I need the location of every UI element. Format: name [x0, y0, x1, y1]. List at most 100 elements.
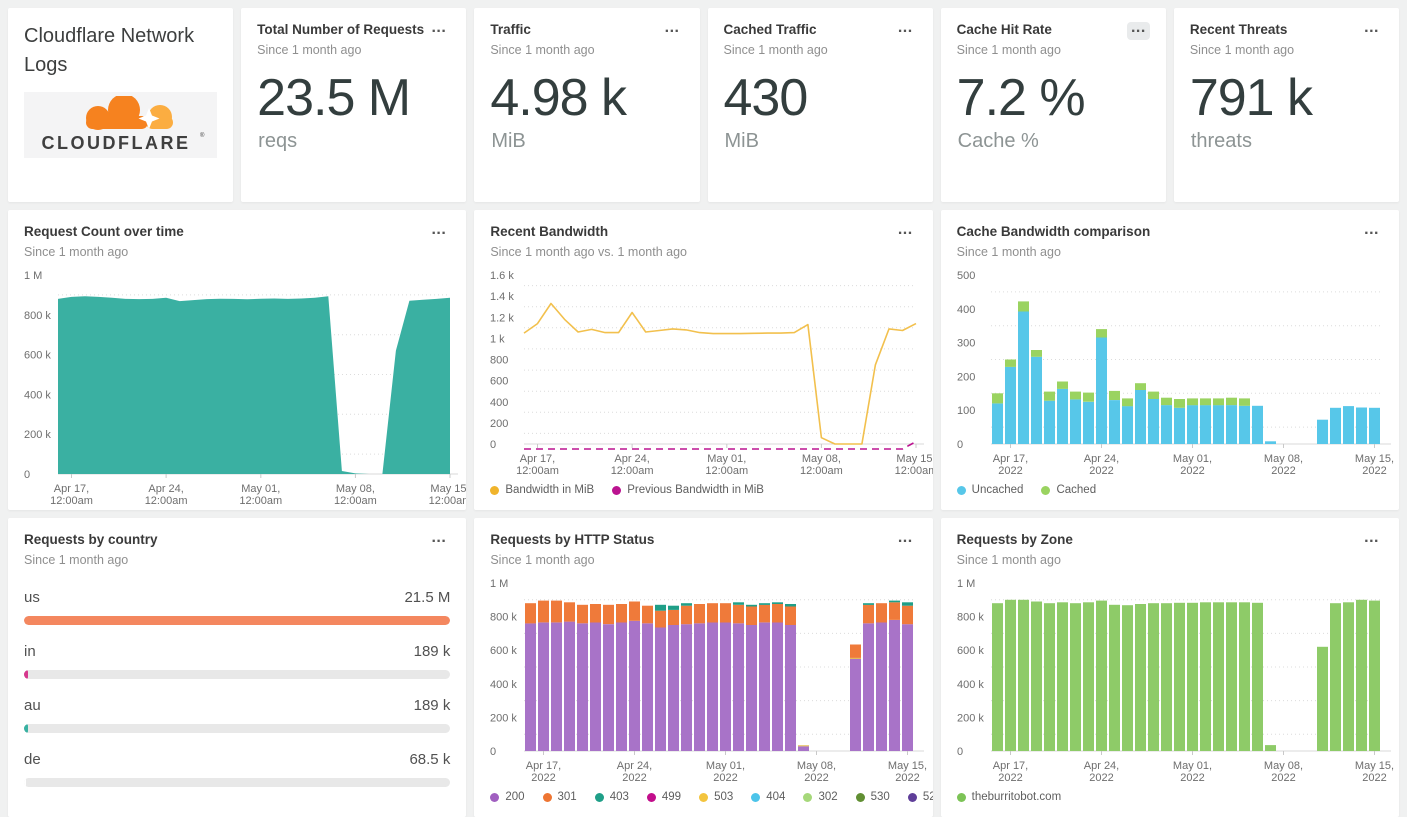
- stat-subtitle: Since 1 month ago: [257, 42, 362, 57]
- chart-title: Cache Bandwidth comparison: [956, 224, 1151, 239]
- legend-label: 499: [661, 791, 682, 803]
- stat-title: Cached Traffic: [723, 22, 817, 37]
- legend-item[interactable]: 200: [490, 791, 525, 803]
- country-bar-fill: [24, 723, 28, 733]
- svg-text:12:00am: 12:00am: [239, 495, 282, 507]
- stat-card-traffic: Traffic Since 1 month ago ... 4.98 k MiB: [474, 8, 700, 202]
- stat-subtitle: Since 1 month ago: [956, 42, 1061, 57]
- legend-item[interactable]: 499: [646, 791, 682, 803]
- legend-item[interactable]: Cached: [1041, 484, 1096, 496]
- legend-dot-icon: [803, 792, 813, 802]
- svg-text:400: 400: [957, 304, 975, 316]
- card-menu-button[interactable]: ...: [427, 530, 450, 550]
- country-bar-track: [24, 777, 451, 787]
- chart-title: Requests by HTTP Status: [490, 532, 655, 547]
- legend-label: Uncached: [971, 484, 1024, 496]
- country-label: us: [24, 588, 40, 606]
- cloudflare-cloud-icon: [85, 96, 173, 130]
- chart-subtitle: Since 1 month ago: [24, 244, 129, 259]
- svg-text:Apr 17,: Apr 17,: [54, 483, 89, 495]
- stat-unit: MiB: [491, 130, 526, 153]
- card-menu-button[interactable]: ...: [1360, 20, 1383, 40]
- svg-text:12:00am: 12:00am: [334, 495, 377, 507]
- svg-text:2022: 2022: [1089, 772, 1113, 784]
- svg-text:0: 0: [957, 746, 963, 758]
- country-bar-track: [24, 723, 451, 733]
- country-row: au 189 k: [24, 697, 451, 733]
- cloudflare-logo-image: CLOUDFLARE ®: [41, 96, 205, 153]
- chart-card-recent-bandwidth: Recent Bandwidth Since 1 month ago vs. 1…: [474, 210, 933, 510]
- legend-item[interactable]: Bandwidth in MiB: [490, 484, 594, 496]
- stat-subtitle: Since 1 month ago: [1189, 42, 1295, 57]
- legend-dot-icon: [612, 485, 622, 495]
- legend-item[interactable]: 403: [594, 791, 629, 803]
- stat-title: Total Number of Requests: [257, 22, 425, 37]
- card-menu-button[interactable]: ...: [1360, 530, 1383, 550]
- stat-card-cache-hit-rate: Cache Hit Rate Since 1 month ago ... 7.2…: [940, 8, 1166, 202]
- stat-title: Cache Hit Rate: [956, 22, 1052, 37]
- legend-item[interactable]: 526: [907, 791, 933, 803]
- svg-text:2022: 2022: [1089, 465, 1113, 477]
- svg-text:May 08,: May 08,: [336, 483, 375, 495]
- svg-text:200 k: 200 k: [24, 429, 51, 441]
- charts-row-bottom: Requests by country Since 1 month ago ..…: [8, 518, 1399, 817]
- request-count-chart[interactable]: 1 M 800 k 600 k 400 k 200 k 0 Apr 17, 12:00am Ap…: [24, 265, 466, 510]
- svg-text:0: 0: [957, 439, 963, 451]
- cloudflare-wordmark: CLOUDFLARE: [41, 133, 190, 153]
- svg-text:May 08,: May 08,: [802, 453, 841, 465]
- card-menu-button[interactable]: ...: [894, 222, 917, 242]
- card-menu-button[interactable]: ...: [427, 222, 450, 242]
- chart-card-http-status: Requests by HTTP Status Since 1 month ag…: [474, 518, 933, 817]
- legend-label: 200: [505, 791, 525, 803]
- requests-by-zone-chart[interactable]: 1 M 800 k 600 k 400 k 200 k 0 Apr 17, 2022 Apr 2…: [957, 573, 1394, 787]
- card-menu-button[interactable]: ...: [427, 20, 450, 40]
- legend-dot-icon: [956, 792, 966, 802]
- card-menu-button[interactable]: ...: [894, 530, 917, 550]
- card-menu-button[interactable]: ...: [1126, 20, 1150, 40]
- recent-bandwidth-chart[interactable]: 1.6 k 1.4 k 1.2 k1 k 800 600 400 200 0 Apr 17, 12…: [490, 265, 932, 480]
- svg-text:2022: 2022: [532, 772, 556, 784]
- svg-text:2022: 2022: [1362, 465, 1386, 477]
- legend-item[interactable]: 530: [855, 791, 890, 803]
- legend-item[interactable]: 302: [803, 791, 838, 803]
- stat-card-recent-threats: Recent Threats Since 1 month ago ... 791…: [1173, 8, 1399, 202]
- stat-unit: Cache %: [957, 130, 1039, 153]
- request-count-over-time-plot: 1 M800 k600 k400 k200 k0Apr 17,12:00amAp…: [24, 270, 466, 507]
- chart-title: Request Count over time: [24, 224, 184, 239]
- svg-text:2022: 2022: [1362, 772, 1386, 784]
- legend-label: Cached: [1056, 484, 1097, 496]
- legend-item[interactable]: 301: [542, 791, 577, 803]
- svg-text:1.4 k: 1.4 k: [490, 291, 514, 303]
- legend-item[interactable]: 404: [751, 791, 785, 803]
- cache-bandwidth-chart[interactable]: 500 400 300 200 100 0 Apr 17, 2022 Apr 24, 2022 Ma…: [957, 265, 1394, 480]
- svg-text:Apr 24,: Apr 24,: [617, 760, 652, 772]
- svg-text:2022: 2022: [623, 772, 647, 784]
- card-menu-button[interactable]: ...: [661, 20, 684, 40]
- legend-item[interactable]: 503: [699, 791, 733, 803]
- chart-card-request-count: Request Count over time Since 1 month ag…: [8, 210, 467, 510]
- stat-value: 791 k: [1189, 68, 1313, 127]
- svg-text:May 01,: May 01,: [1173, 453, 1212, 465]
- country-bar-fill: [24, 615, 451, 625]
- card-menu-button[interactable]: ...: [894, 20, 917, 40]
- legend-item[interactable]: Uncached: [956, 484, 1024, 496]
- svg-text:2022: 2022: [714, 772, 738, 784]
- stat-title: Recent Threats: [1189, 22, 1288, 37]
- svg-text:May 01,: May 01,: [706, 760, 745, 772]
- svg-text:May 01,: May 01,: [1173, 760, 1212, 772]
- svg-text:Apr 17,: Apr 17,: [520, 453, 555, 465]
- http-status-chart[interactable]: 1 M 800 k 600 k 400 k 200 k 0 Apr 17, 2022 Apr 2…: [490, 573, 927, 787]
- legend-label: Bandwidth in MiB: [505, 484, 595, 496]
- svg-text:600 k: 600 k: [24, 349, 51, 361]
- stat-unit: MiB: [724, 130, 759, 153]
- country-bar-track: [24, 669, 451, 679]
- svg-text:1 M: 1 M: [24, 270, 42, 282]
- http-status-legend: 200301403499503404302530526524: [474, 787, 933, 817]
- legend-item[interactable]: theburritobot.com: [956, 791, 1061, 803]
- card-menu-button[interactable]: ...: [1360, 222, 1383, 242]
- chart-subtitle: Since 1 month ago: [490, 552, 595, 567]
- requests-by-zone-plot: 1 M800 k600 k400 k200 k0Apr 17,2022Apr 2…: [957, 578, 1394, 784]
- chart-title: Requests by Zone: [956, 532, 1073, 547]
- legend-item[interactable]: Previous Bandwidth in MiB: [612, 484, 764, 496]
- legend-label: Previous Bandwidth in MiB: [627, 484, 764, 496]
